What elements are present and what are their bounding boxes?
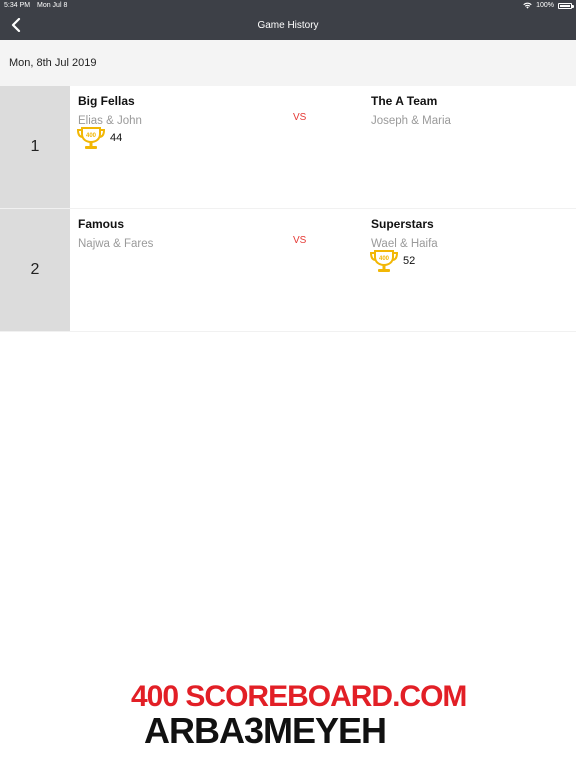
date-section-header: Mon, 8th Jul 2019	[0, 40, 576, 86]
team-b-name: The A Team	[371, 94, 438, 108]
status-time: 5:34 PM	[4, 2, 31, 9]
winner-badge: 400 52	[369, 248, 415, 274]
battery-percent: 100%	[536, 2, 554, 9]
winner-score: 52	[403, 255, 416, 267]
game-number: 1	[0, 86, 70, 208]
game-number: 2	[0, 209, 70, 331]
team-a-players: Najwa & Fares	[78, 238, 154, 250]
trophy-icon: 400	[76, 127, 106, 149]
status-right: 100%	[523, 2, 574, 9]
vs-label: VS	[293, 235, 307, 246]
team-b-name: Superstars	[371, 217, 434, 231]
team-a-name: Famous	[78, 217, 125, 231]
promo-line-1: 400 SCOREBOARD.COM	[131, 680, 467, 713]
date-label: Mon, 8th Jul 2019	[9, 57, 97, 69]
winner-badge: 400 44	[76, 125, 122, 151]
status-date: Mon Jul 8	[37, 2, 68, 9]
vs-label: VS	[293, 112, 307, 123]
game-row[interactable]: 2 Famous Najwa & Fares VS Superstars Wae…	[0, 209, 576, 332]
status-bar: 5:34 PM Mon Jul 8 100%	[0, 0, 576, 12]
team-a: Famous Najwa & Fares	[78, 217, 278, 250]
wifi-icon	[523, 2, 532, 9]
app-root: 5:34 PM Mon Jul 8 100% Game History Mon,…	[0, 0, 576, 768]
top-bar: 5:34 PM Mon Jul 8 100% Game History	[0, 0, 576, 40]
team-b: Superstars Wael & Haifa	[371, 217, 571, 250]
game-list: 1 Big Fellas Elias & John VS The A Team …	[0, 86, 576, 332]
page-title: Game History	[257, 20, 319, 31]
team-a: Big Fellas Elias & John	[78, 94, 278, 127]
team-a-name: Big Fellas	[78, 94, 135, 108]
winner-score: 44	[110, 132, 123, 144]
team-b: The A Team Joseph & Maria	[371, 94, 571, 127]
game-row[interactable]: 1 Big Fellas Elias & John VS The A Team …	[0, 86, 576, 209]
battery-icon	[558, 2, 574, 9]
svg-text:400: 400	[86, 133, 97, 139]
trophy-icon: 400	[369, 250, 399, 272]
promo-line-2: ARBA3MEYEH	[144, 710, 387, 751]
svg-text:400: 400	[379, 256, 390, 262]
team-b-players: Joseph & Maria	[371, 115, 451, 127]
